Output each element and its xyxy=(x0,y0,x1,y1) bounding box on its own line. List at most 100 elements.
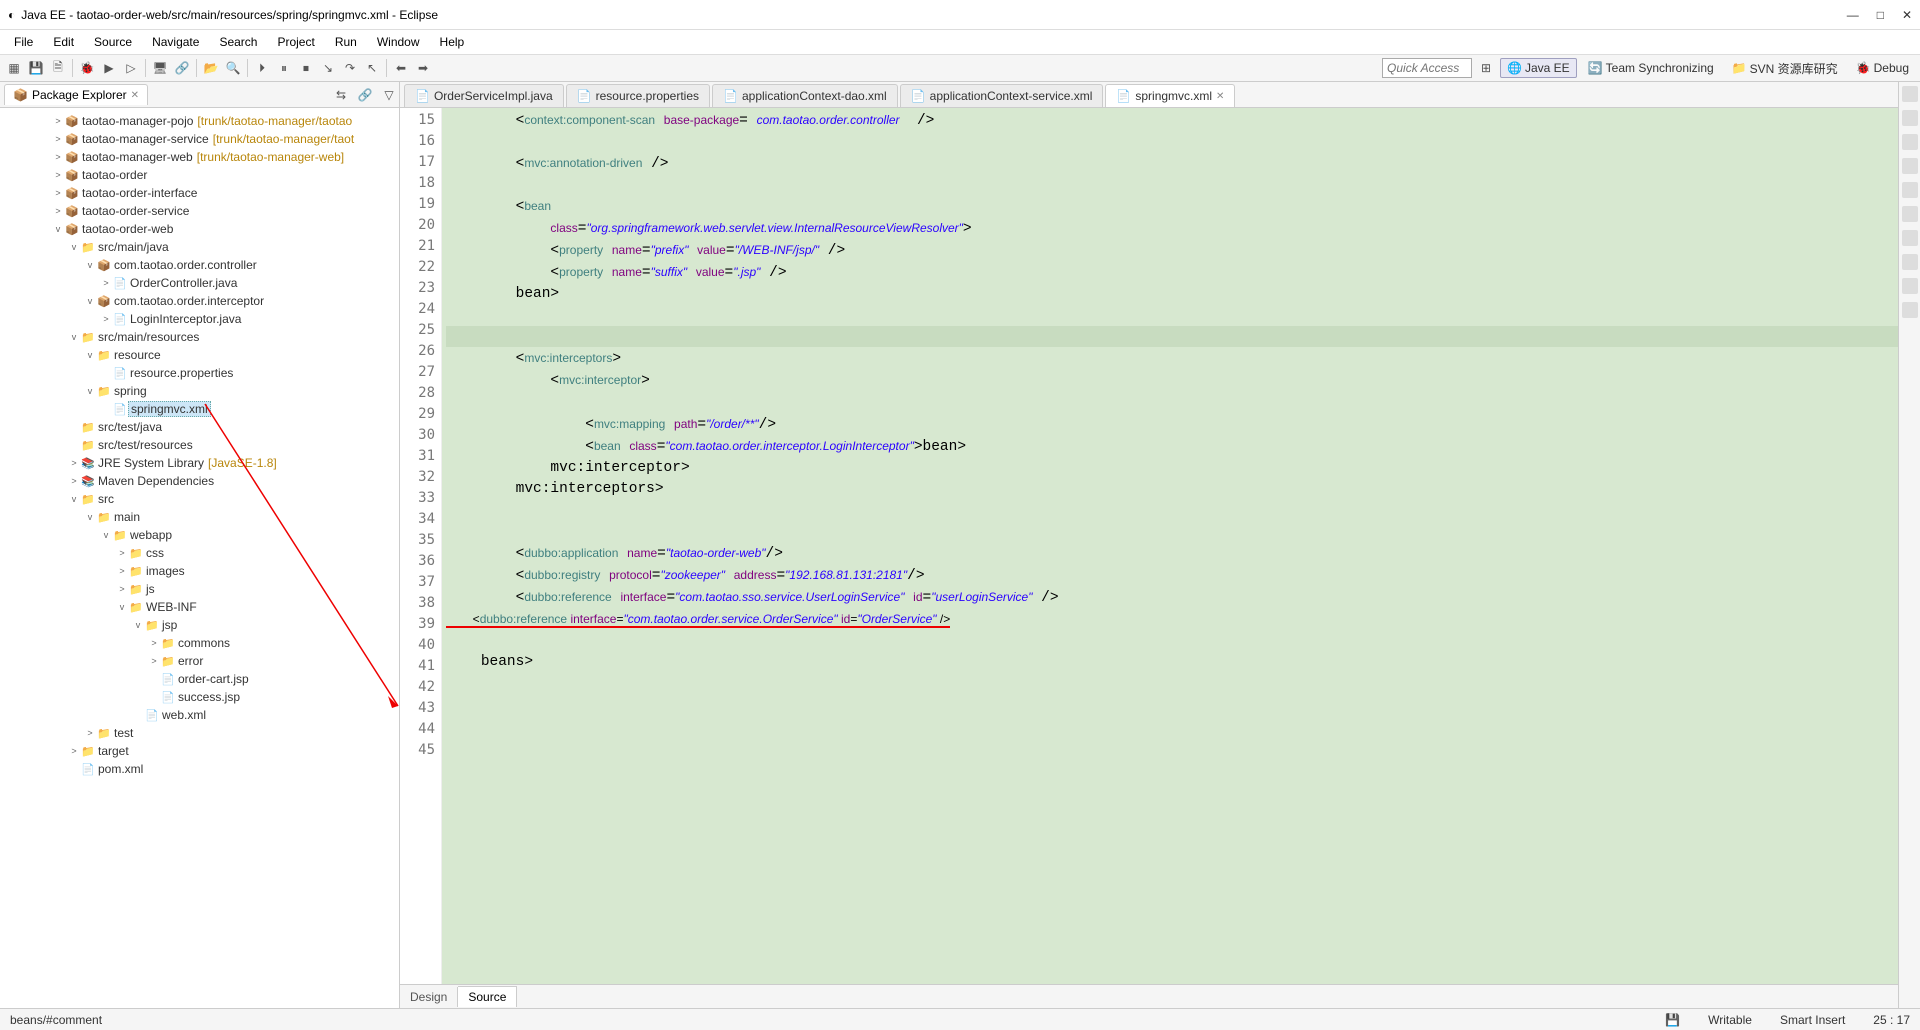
debug-icon[interactable]: 🐞 xyxy=(77,58,97,78)
tree-item[interactable]: >📁css xyxy=(0,544,399,562)
tree-item[interactable]: v📁WEB-INF xyxy=(0,598,399,616)
code-editor[interactable]: <context:component-scan base-package= co… xyxy=(442,108,1898,984)
tree-item[interactable]: >📄OrderController.java xyxy=(0,274,399,292)
tree-item[interactable]: v📁src/main/resources xyxy=(0,328,399,346)
menu-search[interactable]: Search xyxy=(211,33,265,51)
markers-icon[interactable] xyxy=(1902,182,1918,198)
next-edit-icon[interactable]: ➡ xyxy=(413,58,433,78)
editor-tab[interactable]: 📄applicationContext-service.xml xyxy=(900,84,1104,107)
tree-item[interactable]: 📄order-cart.jsp xyxy=(0,670,399,688)
tree-item[interactable]: v📦com.taotao.order.controller xyxy=(0,256,399,274)
tree-item[interactable]: 📄web.xml xyxy=(0,706,399,724)
tree-item[interactable]: >📦taotao-order-service xyxy=(0,202,399,220)
step-over-icon[interactable]: ↷ xyxy=(340,58,360,78)
menu-project[interactable]: Project xyxy=(269,33,322,51)
open-type-icon[interactable]: 📂 xyxy=(201,58,221,78)
tree-item[interactable]: 📄resource.properties xyxy=(0,364,399,382)
step-into-icon[interactable]: ↘ xyxy=(318,58,338,78)
servers-icon[interactable] xyxy=(1902,230,1918,246)
tree-item[interactable]: 📄springmvc.xml xyxy=(0,400,399,418)
tree-item[interactable]: >📦taotao-order-interface xyxy=(0,184,399,202)
prev-edit-icon[interactable]: ⬅ xyxy=(391,58,411,78)
perspective-svn[interactable]: 📁SVN 资源库研究 xyxy=(1725,57,1845,80)
tree-item[interactable]: v📁main xyxy=(0,508,399,526)
tree-item[interactable]: >📚JRE System Library[JavaSE-1.8] xyxy=(0,454,399,472)
tree-item[interactable]: >📄LoginInterceptor.java xyxy=(0,310,399,328)
console-icon[interactable] xyxy=(1902,278,1918,294)
editor-tab[interactable]: 📄applicationContext-dao.xml xyxy=(712,84,898,107)
perspective-team[interactable]: 🔄Team Synchronizing xyxy=(1581,58,1721,78)
tree-item[interactable]: >📦taotao-order xyxy=(0,166,399,184)
tree-item[interactable]: >📁test xyxy=(0,724,399,742)
tree-item[interactable]: >📁target xyxy=(0,742,399,760)
tree-item[interactable]: >📁error xyxy=(0,652,399,670)
tree-item[interactable]: >📦taotao-manager-web[trunk/taotao-manage… xyxy=(0,148,399,166)
save-icon[interactable]: 💾 xyxy=(26,58,46,78)
data-icon[interactable] xyxy=(1902,254,1918,270)
tree-item[interactable]: v📁src xyxy=(0,490,399,508)
close-icon[interactable]: ✕ xyxy=(131,90,139,101)
menu-file[interactable]: File xyxy=(6,33,41,51)
tree-item[interactable]: >📦taotao-manager-service[trunk/taotao-ma… xyxy=(0,130,399,148)
tree-item[interactable]: 📁src/test/resources xyxy=(0,436,399,454)
minimize-button[interactable]: ― xyxy=(1847,8,1859,22)
line-number-gutter: 15 16 17 18 19 20 21 22 23 24 25 26 27 2… xyxy=(400,108,442,984)
tree-item[interactable]: 📄success.jsp xyxy=(0,688,399,706)
tree-item[interactable]: v📁src/main/java xyxy=(0,238,399,256)
properties-icon[interactable] xyxy=(1902,206,1918,222)
tree-item[interactable]: >📁js xyxy=(0,580,399,598)
new-connection-icon[interactable]: 🔗 xyxy=(172,58,192,78)
package-explorer-tab[interactable]: 📦 Package Explorer ✕ xyxy=(4,84,148,105)
run-icon[interactable]: ▶ xyxy=(99,58,119,78)
project-tree[interactable]: >📦taotao-manager-pojo[trunk/taotao-manag… xyxy=(0,108,399,1008)
menu-source[interactable]: Source xyxy=(86,33,140,51)
tree-item[interactable]: 📁src/test/java xyxy=(0,418,399,436)
resume-icon[interactable]: ⏵ xyxy=(252,58,272,78)
tree-item[interactable]: v📁webapp xyxy=(0,526,399,544)
suspend-icon[interactable]: ⏸ xyxy=(274,58,294,78)
tree-item[interactable]: >📁commons xyxy=(0,634,399,652)
palette-icon[interactable] xyxy=(1902,134,1918,150)
outline-icon[interactable] xyxy=(1902,86,1918,102)
tree-item[interactable]: v📦taotao-order-web xyxy=(0,220,399,238)
tree-item[interactable]: v📁spring xyxy=(0,382,399,400)
snippets-icon[interactable] xyxy=(1902,158,1918,174)
close-button[interactable]: ✕ xyxy=(1902,8,1912,22)
editor-tab[interactable]: 📄OrderServiceImpl.java xyxy=(404,84,564,107)
perspective-debug[interactable]: 🐞Debug xyxy=(1849,58,1916,78)
menu-window[interactable]: Window xyxy=(369,33,428,51)
menu-navigate[interactable]: Navigate xyxy=(144,33,207,51)
link-editor-icon[interactable]: 🔗 xyxy=(355,85,375,105)
menu-run[interactable]: Run xyxy=(327,33,365,51)
tree-item[interactable]: >📚Maven Dependencies xyxy=(0,472,399,490)
open-perspective-icon[interactable]: ⊞ xyxy=(1476,58,1496,78)
status-insert-mode: Smart Insert xyxy=(1780,1013,1845,1027)
menu-help[interactable]: Help xyxy=(432,33,473,51)
tree-item[interactable]: >📦taotao-manager-pojo[trunk/taotao-manag… xyxy=(0,112,399,130)
collapse-all-icon[interactable]: ⇆ xyxy=(331,85,351,105)
search-icon[interactable]: 🔍 xyxy=(223,58,243,78)
mode-tab-source[interactable]: Source xyxy=(458,986,517,1007)
new-server-icon[interactable]: 🖥 xyxy=(150,58,170,78)
tree-item[interactable]: v📦com.taotao.order.interceptor xyxy=(0,292,399,310)
menu-edit[interactable]: Edit xyxy=(45,33,82,51)
maximize-button[interactable]: □ xyxy=(1877,8,1884,22)
editor-tab[interactable]: 📄resource.properties xyxy=(566,84,710,107)
status-path: beans/#comment xyxy=(10,1013,102,1027)
tree-item[interactable]: v📁resource xyxy=(0,346,399,364)
terminate-icon[interactable]: ⏹ xyxy=(296,58,316,78)
perspective-javaee[interactable]: 🌐Java EE xyxy=(1500,58,1577,78)
junit-icon[interactable] xyxy=(1902,302,1918,318)
save-all-icon[interactable]: 🗎 xyxy=(48,58,68,78)
task-icon[interactable] xyxy=(1902,110,1918,126)
new-icon[interactable]: ▦ xyxy=(4,58,24,78)
tree-item[interactable]: v📁jsp xyxy=(0,616,399,634)
run-last-icon[interactable]: ▷ xyxy=(121,58,141,78)
tree-item[interactable]: >📁images xyxy=(0,562,399,580)
tree-item[interactable]: 📄pom.xml xyxy=(0,760,399,778)
quick-access-input[interactable] xyxy=(1382,58,1472,78)
mode-tab-design[interactable]: Design xyxy=(400,987,458,1007)
editor-tab[interactable]: 📄springmvc.xml✕ xyxy=(1105,84,1235,107)
step-return-icon[interactable]: ↖ xyxy=(362,58,382,78)
view-menu-icon[interactable]: ▽ xyxy=(379,85,399,105)
